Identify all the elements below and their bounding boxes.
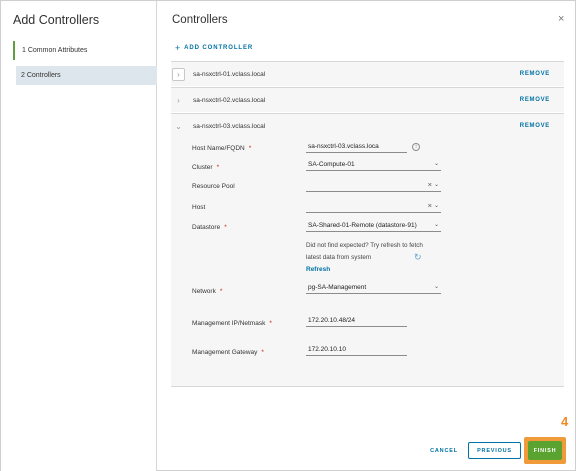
previous-button[interactable]: PREVIOUS (468, 442, 521, 459)
step-annotation-number: 4 (561, 414, 569, 429)
cluster-label: Cluster * (192, 164, 220, 171)
mgmt-gateway-field[interactable] (306, 344, 407, 356)
chevron-down-icon: ⌄ (433, 284, 439, 290)
controller-row: › sa-nsxctrl-01.vclass.local REMOVE (171, 61, 564, 86)
clear-icon[interactable]: × (428, 179, 432, 190)
cancel-button[interactable]: CANCEL (426, 444, 462, 458)
controller-name: sa-nsxctrl-03.vclass.local (193, 122, 266, 130)
chevron-right-icon[interactable]: › (172, 94, 185, 107)
datastore-select[interactable]: SA-Shared-01-Remote (datastore-91) ⌄ (306, 220, 441, 232)
network-label: Network * (192, 288, 223, 295)
wizard-step-common-attributes[interactable]: 1 Common Attributes (13, 41, 157, 60)
page-title: Controllers (172, 14, 228, 26)
resource-pool-label: Resource Pool (192, 183, 235, 190)
remove-button[interactable]: REMOVE (520, 97, 550, 103)
resource-pool-select[interactable]: × ⌄ (306, 180, 441, 192)
info-icon[interactable]: i (412, 143, 420, 151)
datastore-label: Datastore * (192, 224, 227, 231)
close-icon[interactable]: × (558, 14, 564, 25)
chevron-right-icon[interactable]: › (172, 67, 185, 81)
cluster-select[interactable]: SA-Compute-01 ⌄ (306, 159, 441, 171)
network-select[interactable]: pg-SA-Management ⌄ (306, 282, 441, 294)
wizard-title: Add Controllers (13, 13, 100, 27)
chevron-down-icon: ⌄ (433, 161, 439, 167)
mgmt-ip-field[interactable] (306, 315, 407, 327)
network-value: pg-SA-Management (308, 284, 367, 291)
datastore-value: SA-Shared-01-Remote (datastore-91) (308, 222, 417, 229)
host-label: Host (192, 204, 206, 211)
refresh-link[interactable]: Refresh (306, 266, 330, 273)
refresh-icon[interactable]: ↻ (414, 252, 422, 263)
add-controller-button[interactable]: + ADD CONTROLLER (175, 43, 253, 53)
controller-row: › sa-nsxctrl-02.vclass.local REMOVE (171, 87, 564, 112)
host-select[interactable]: × ⌄ (306, 201, 441, 213)
wizard-step-controllers[interactable]: 2 Controllers (16, 66, 157, 85)
chevron-down-icon: ⌄ (433, 203, 439, 209)
remove-button[interactable]: REMOVE (520, 71, 550, 77)
controller-name: sa-nsxctrl-01.vclass.local (193, 70, 266, 78)
wizard-sidebar: Add Controllers 1 Common Attributes 2 Co… (1, 1, 157, 471)
mgmt-ip-label: Management IP/Netmask * (192, 320, 272, 327)
plus-icon: + (175, 43, 182, 53)
remove-button[interactable]: REMOVE (520, 123, 550, 129)
finish-button[interactable]: FINISH (528, 441, 562, 460)
add-controllers-dialog: Add Controllers 1 Common Attributes 2 Co… (0, 0, 576, 471)
controller-row-expanded: ⌄ sa-nsxctrl-03.vclass.local REMOVE (171, 113, 564, 138)
controller-form: Host Name/FQDN* i Cluster* SA-Compute-01… (171, 138, 564, 387)
hostname-field[interactable] (306, 141, 407, 153)
chevron-down-icon: ⌄ (433, 222, 439, 228)
cluster-value: SA-Compute-01 (308, 161, 355, 168)
clear-icon[interactable]: × (428, 200, 432, 211)
chevron-down-icon: ⌄ (433, 182, 439, 188)
chevron-down-icon[interactable]: ⌄ (172, 120, 185, 133)
add-controller-label: ADD CONTROLLER (184, 45, 254, 51)
mgmt-gateway-label: Management Gateway * (192, 349, 264, 356)
controller-name: sa-nsxctrl-02.vclass.local (193, 96, 266, 104)
hostname-label: Host Name/FQDN * (192, 145, 252, 152)
